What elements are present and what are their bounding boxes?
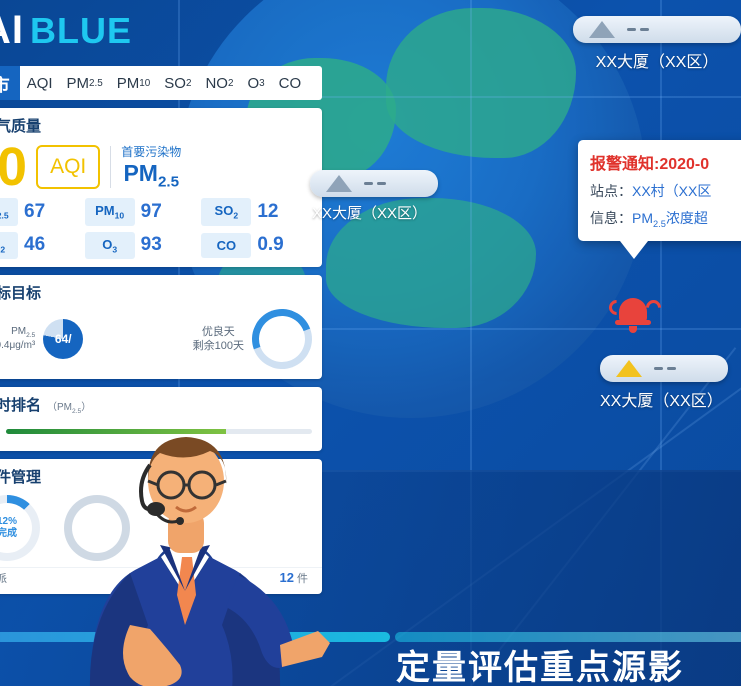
pollutant-item-no2[interactable]: NO2 46 (0, 231, 81, 260)
presenter-illustration (89, 437, 330, 686)
triangle-icon (616, 360, 642, 377)
aqi-value: 90 (0, 137, 27, 197)
tab-pm25[interactable]: PM 2.5 (60, 66, 110, 100)
divider (110, 146, 112, 188)
primary-pollutant: 首要污染物 PM2.5 (121, 143, 181, 191)
alarm-site-key: 站点： (590, 183, 632, 199)
dash-indicator-icon (627, 28, 649, 31)
event-progress-pct: 12% (0, 516, 17, 528)
logo-ai-text: AI (0, 8, 24, 52)
pollutant-tabbar[interactable]: XX市 AQI PM2.5 PM10 SO2 NO2 O3 CO (0, 66, 322, 100)
alarm-site-line: 站点：XX村（XX区 (590, 181, 741, 201)
map-marker-top[interactable]: XX大厦（XX区） (573, 16, 741, 72)
aqi-badge: AQI (36, 145, 101, 189)
alarm-info-value: PM2.5浓度超 (632, 210, 708, 229)
pollutant-value: 12 (257, 200, 279, 222)
pollutant-chip: CO (201, 232, 252, 258)
pollutant-chip: O3 (84, 231, 135, 260)
aqi-summary: 90 AQI 首要污染物 PM2.5 (0, 138, 322, 198)
air-quality-card: 空气质量 90 AQI 首要污染物 PM2.5 PM2.5 67 PM1097 S… (0, 108, 322, 268)
marker-label: XX大厦（XX区） (595, 54, 719, 71)
tab-city[interactable]: XX市 (0, 66, 20, 100)
event-pending-label: 待委派 (0, 573, 7, 586)
triangle-icon (589, 21, 615, 38)
dash-indicator-icon (364, 182, 386, 185)
tab-no2[interactable]: NO 2 (198, 66, 240, 100)
triangle-icon (326, 175, 352, 192)
pollutant-item-co[interactable]: CO 0.9 (201, 232, 314, 260)
pollutant-value: 46 (24, 234, 46, 256)
app-logo: AI BLUE (0, 8, 132, 53)
pollutant-chip: SO2 (201, 198, 252, 226)
marker-pill[interactable] (600, 355, 728, 382)
pollutant-chip: NO2 (0, 231, 18, 260)
pollutant-item-pm25[interactable]: PM2.5 67 (0, 198, 81, 226)
pollutant-item-pm10[interactable]: PM10 97 (84, 198, 198, 226)
air-quality-title: 空气质量 (0, 118, 42, 135)
dash-indicator-icon (654, 367, 676, 370)
bottom-title: 定量评估重点源影 (396, 649, 684, 686)
alarm-popup-tail (620, 240, 648, 259)
event-progress-label: 完成 (0, 528, 17, 540)
alarm-site-value: XX村（XX区 (632, 183, 712, 199)
tab-pm10[interactable]: PM 10 (110, 66, 157, 100)
pollutant-value: 67 (24, 200, 46, 222)
alarm-bell-icon[interactable] (605, 296, 665, 336)
tab-aqi[interactable]: AQI (20, 66, 60, 100)
primary-pollutant-value: PM2.5 (123, 160, 180, 191)
event-progress-hole: 12% 完成 (0, 503, 32, 554)
dashboard-screen: AI BLUE XX市 AQI PM2.5 PM10 SO2 NO2 O3 CO… (0, 0, 741, 686)
alarm-info-line: 信息：PM2.5浓度超 (590, 208, 741, 229)
alarm-popup: 报警通知:2020-0 站点：XX村（XX区 信息：PM2.5浓度超 (578, 140, 741, 259)
pollutant-item-o3[interactable]: O3 93 (84, 231, 198, 260)
map-marker-middle[interactable]: XX大厦（XX区） (310, 170, 480, 223)
pollutant-value: 93 (140, 234, 162, 256)
pollutant-item-so2[interactable]: SO2 12 (201, 198, 314, 226)
map-marker-bottom[interactable]: XX大厦（XX区） (600, 355, 741, 411)
primary-pollutant-label: 首要污染物 (121, 145, 182, 160)
marker-label: XX大厦（XX区） (600, 393, 723, 410)
pollutant-value: 0.9 (257, 234, 284, 256)
marker-pill[interactable] (310, 170, 438, 197)
tab-so2[interactable]: SO 2 (157, 66, 198, 100)
air-quality-card-header: 空气质量 (0, 108, 322, 138)
marker-pill[interactable] (573, 16, 741, 43)
alarm-info-key: 信息： (590, 210, 632, 226)
tab-co[interactable]: CO (272, 66, 309, 100)
pollutant-chip: PM10 (84, 198, 135, 226)
pollutant-grid: PM2.5 67 PM1097 SO212 NO2 46 O393 CO0.9 (0, 198, 322, 267)
alarm-popup-title: 报警通知:2020-0 (590, 156, 710, 173)
marker-label: XX大厦（XX区） (312, 205, 428, 222)
logo-blue-text: BLUE (30, 9, 132, 51)
pollutant-value: 97 (140, 200, 162, 222)
pollutant-chip: PM2.5 (0, 198, 18, 226)
tab-o3[interactable]: O3 (240, 66, 271, 100)
